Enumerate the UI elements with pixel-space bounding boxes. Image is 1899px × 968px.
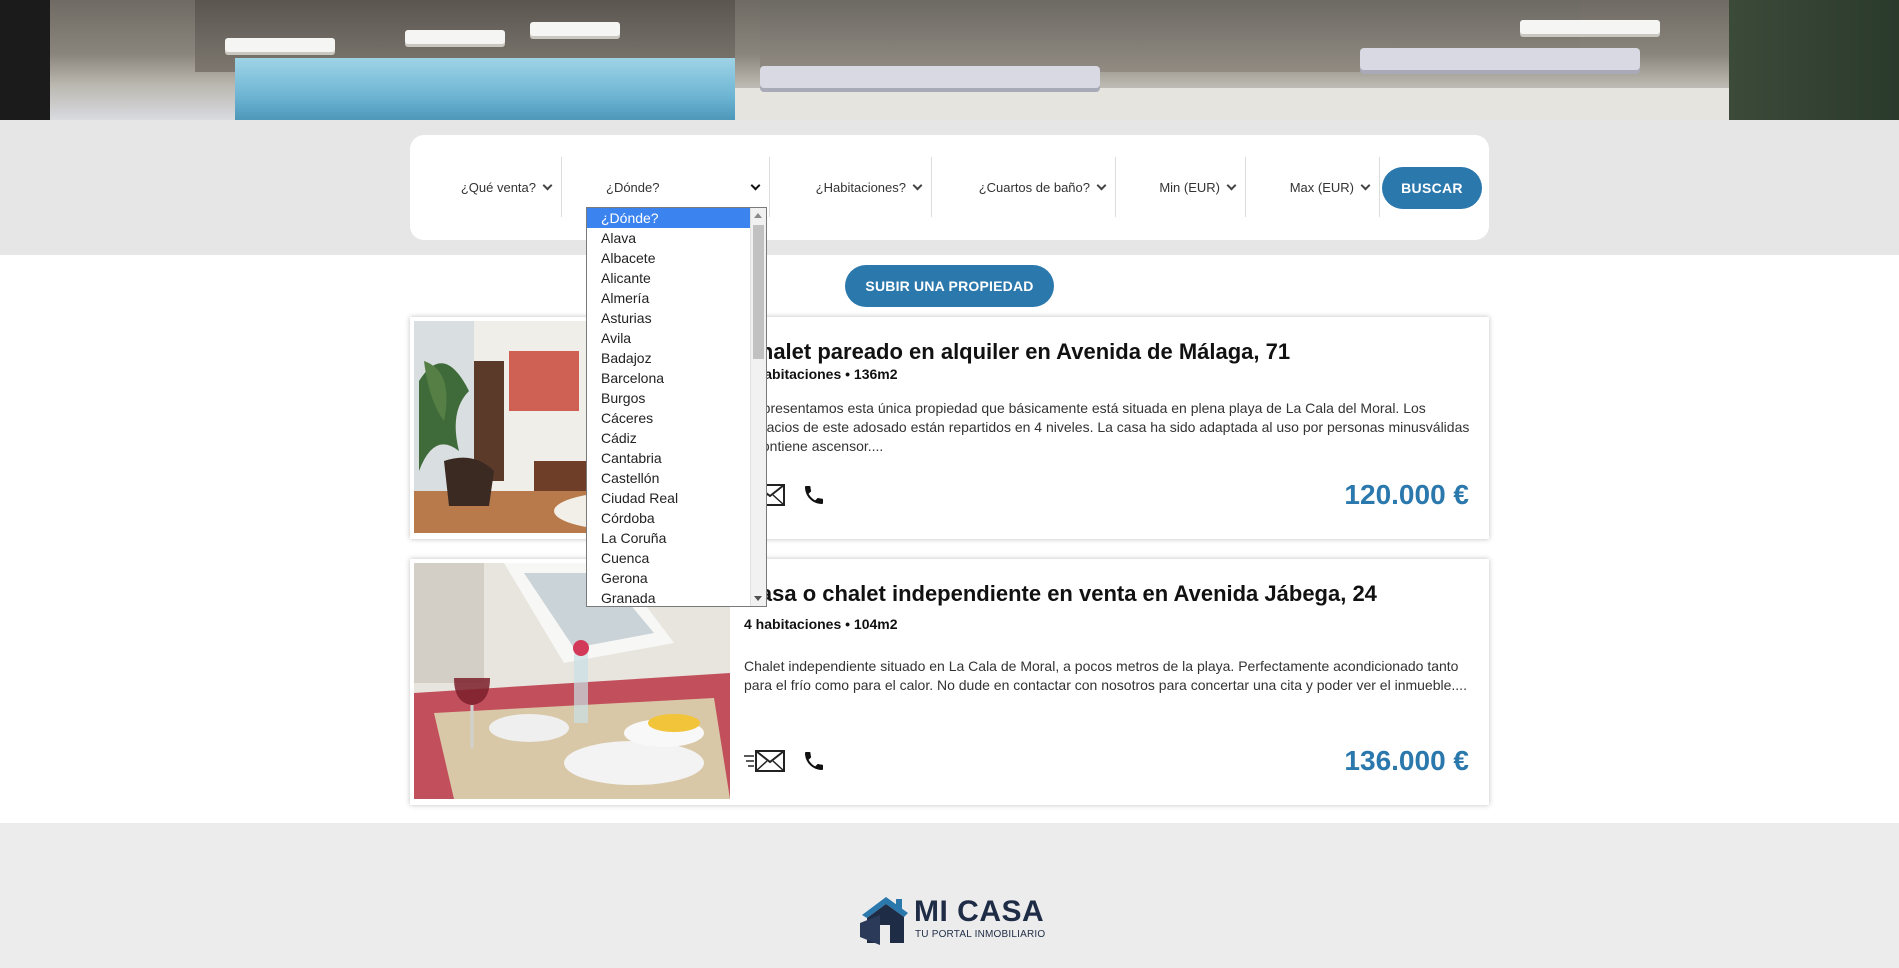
chevron-down-icon (750, 180, 761, 190)
envelope-icon[interactable] (744, 749, 786, 773)
dropdown-option[interactable]: Cádiz (587, 428, 751, 448)
dropdown-options: ¿Dónde? Alava Albacete Alicante Almería Astur… (587, 208, 766, 606)
hero-plants (1729, 0, 1899, 120)
listing-title[interactable]: Casa o chalet independiente en venta en … (744, 581, 1377, 607)
dropdown-option[interactable]: Avila (587, 328, 751, 348)
listing-card[interactable]: Chalet pareado en alquiler en Avenida de… (410, 317, 1489, 539)
scroll-down-arrow-icon[interactable] (754, 596, 762, 601)
logo-tagline: TU PORTAL INMOBILIARIO (915, 929, 1046, 940)
logo-brand-text: MI CASA (914, 895, 1045, 928)
hero-sofa (1360, 48, 1640, 70)
scroll-up-arrow-icon[interactable] (754, 213, 762, 218)
chevron-down-icon (1096, 180, 1107, 190)
listing-description: Chalet independiente situado en La Cala … (744, 658, 1467, 693)
hero-deck (735, 88, 1729, 120)
donde-dropdown-list[interactable]: ¿Dónde? Alava Albacete Alicante Almería Astur… (586, 207, 767, 607)
listing-card[interactable]: Casa o chalet independiente en venta en … (410, 559, 1489, 805)
dropdown-option[interactable]: Cáceres (587, 408, 751, 428)
hero-chairs (530, 22, 620, 36)
select-que-venta[interactable]: ¿Qué venta? (440, 157, 562, 217)
house-logo-icon (860, 897, 908, 945)
chevron-down-icon (542, 180, 553, 190)
dropdown-option[interactable]: Granada (587, 588, 751, 606)
dropdown-option[interactable]: Córdoba (587, 508, 751, 528)
dropdown-option[interactable]: Asturias (587, 308, 751, 328)
dropdown-option[interactable]: Ciudad Real (587, 488, 751, 508)
listing-meta: 4 habitaciones • 104m2 (744, 616, 898, 632)
hero-banner-image (0, 0, 1899, 120)
chevron-down-icon (1226, 180, 1237, 190)
listing-price: 136.000 € (1344, 745, 1469, 776)
chevron-down-icon (1360, 180, 1371, 190)
hero-pool (235, 58, 735, 120)
listing-title[interactable]: Chalet pareado en alquiler en Avenida de… (744, 339, 1290, 365)
select-banos[interactable]: ¿Cuartos de baño? (932, 157, 1116, 217)
select-donde-label: ¿Dónde? (606, 179, 660, 195)
select-habitaciones[interactable]: ¿Habitaciones? (770, 157, 932, 217)
search-bar: ¿Qué venta? ¿Dónde? ¿Habitaciones? ¿Cuar… (410, 135, 1489, 240)
chevron-down-icon (912, 180, 923, 190)
listing-description: Te presentamos esta única propiedad que … (744, 400, 1470, 454)
select-min-price-label: Min (EUR) (1159, 179, 1220, 195)
dropdown-option[interactable]: Alicante (587, 268, 751, 288)
select-max-price-label: Max (EUR) (1289, 179, 1354, 195)
select-min-price[interactable]: Min (EUR) (1116, 157, 1246, 217)
dropdown-option[interactable]: Badajoz (587, 348, 751, 368)
dropdown-option[interactable]: Cantabria (587, 448, 751, 468)
select-banos-label: ¿Cuartos de baño? (978, 179, 1090, 195)
dropdown-option[interactable]: Gerona (587, 568, 751, 588)
phone-icon[interactable] (802, 749, 826, 773)
site-logo[interactable]: MI CASA TU PORTAL INMOBILIARIO (858, 893, 1048, 945)
dropdown-option[interactable]: Castellón (587, 468, 751, 488)
dropdown-scrollbar[interactable] (750, 208, 766, 606)
phone-icon[interactable] (802, 483, 826, 507)
select-habitaciones-label: ¿Habitaciones? (815, 179, 906, 195)
hero-sofa (760, 66, 1100, 88)
dropdown-option[interactable]: Barcelona (587, 368, 751, 388)
subir-propiedad-button[interactable]: SUBIR UNA PROPIEDAD (845, 265, 1054, 307)
dropdown-option[interactable]: Alava (587, 228, 751, 248)
dropdown-option[interactable]: Cuenca (587, 548, 751, 568)
select-que-venta-label: ¿Qué venta? (460, 179, 536, 195)
dropdown-option[interactable]: La Coruña (587, 528, 751, 548)
hero-dark-edge (0, 0, 50, 120)
hero-daybed (1520, 20, 1660, 34)
dropdown-option[interactable]: Albacete (587, 248, 751, 268)
listing-meta: 4 habitaciones • 136m2 (744, 366, 898, 382)
scrollbar-thumb[interactable] (753, 225, 764, 359)
dropdown-option[interactable]: Almería (587, 288, 751, 308)
listing-price: 120.000 € (1344, 479, 1469, 510)
buscar-button[interactable]: BUSCAR (1382, 167, 1482, 209)
select-max-price[interactable]: Max (EUR) (1246, 157, 1380, 217)
hero-lounger (225, 38, 335, 52)
dropdown-option[interactable]: ¿Dónde? (587, 208, 751, 228)
hero-lounger (405, 30, 505, 44)
dropdown-option[interactable]: Burgos (587, 388, 751, 408)
